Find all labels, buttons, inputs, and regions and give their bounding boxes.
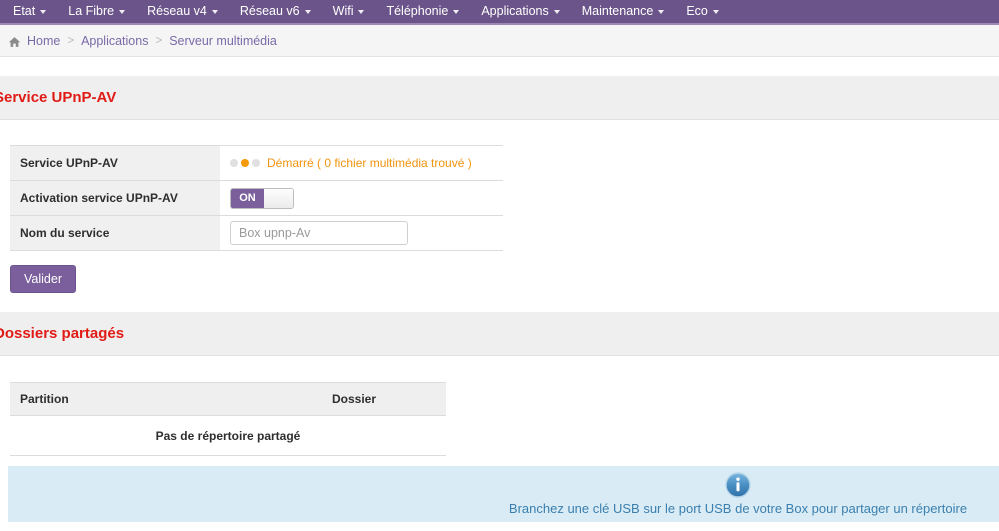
nav-item-label: Etat	[13, 0, 35, 23]
service-name-row-label: Nom du service	[10, 216, 220, 251]
breadcrumb-separator: >	[155, 35, 162, 47]
upnp-activation-toggle[interactable]: ON	[230, 188, 294, 209]
table-header-row: Partition Dossier	[10, 383, 446, 416]
nav-item-wifi[interactable]: Wifi	[322, 0, 376, 23]
breadcrumb-link-home[interactable]: Home	[27, 34, 60, 48]
chevron-down-icon	[453, 10, 459, 14]
main-navbar: Etat La Fibre Réseau v4 Réseau v6 Wifi T…	[0, 0, 999, 25]
validate-button[interactable]: Valider	[10, 265, 76, 293]
toggle-knob[interactable]	[264, 189, 293, 208]
breadcrumb-link-applications[interactable]: Applications	[81, 34, 148, 48]
info-circle-icon	[725, 472, 751, 498]
service-panel: Service UPnP-AV Démarré ( 0 fichier mult…	[0, 145, 999, 293]
nav-item-reseau-v4[interactable]: Réseau v4	[136, 0, 229, 23]
nav-item-la-fibre[interactable]: La Fibre	[57, 0, 136, 23]
nav-item-applications[interactable]: Applications	[470, 0, 570, 23]
status-row-label: Service UPnP-AV	[10, 146, 220, 181]
nav-item-label: Wifi	[333, 0, 354, 23]
breadcrumb-current-page: Serveur multimédia	[169, 34, 277, 48]
nav-item-label: Eco	[686, 0, 708, 23]
chevron-down-icon	[40, 10, 46, 14]
nav-item-eco[interactable]: Eco	[675, 0, 730, 23]
nav-item-label: Réseau v6	[240, 0, 300, 23]
service-form-table: Service UPnP-AV Démarré ( 0 fichier mult…	[10, 145, 503, 251]
shared-folders-title: Dossiers partagés	[0, 325, 124, 342]
table-row-empty: Pas de répertoire partagé	[10, 416, 446, 456]
nav-item-reseau-v6[interactable]: Réseau v6	[229, 0, 322, 23]
chevron-down-icon	[119, 10, 125, 14]
nav-item-label: Applications	[481, 0, 548, 23]
chevron-down-icon	[358, 10, 364, 14]
chevron-down-icon	[554, 10, 560, 14]
nav-item-label: Réseau v4	[147, 0, 207, 23]
page-title: Service UPnP-AV	[0, 89, 116, 106]
nav-item-label: La Fibre	[68, 0, 114, 23]
activation-row-label: Activation service UPnP-AV	[10, 181, 220, 216]
shared-folders-table: Partition Dossier Pas de répertoire part…	[10, 382, 446, 456]
empty-state-message: Pas de répertoire partagé	[10, 416, 446, 456]
nav-item-telephonie[interactable]: Téléphonie	[375, 0, 470, 23]
service-name-row-value	[220, 216, 503, 251]
shared-folders-panel: Partition Dossier Pas de répertoire part…	[0, 382, 999, 456]
usb-info-banner: Branchez une clé USB sur le port USB de …	[8, 466, 999, 522]
toggle-on-label: ON	[231, 189, 264, 208]
nav-item-maintenance[interactable]: Maintenance	[571, 0, 676, 23]
nav-item-etat[interactable]: Etat	[2, 0, 57, 23]
usb-info-message: Branchez une clé USB sur le port USB de …	[509, 501, 967, 516]
status-row-value: Démarré ( 0 fichier multimédia trouvé )	[220, 146, 503, 181]
table-row-status: Service UPnP-AV Démarré ( 0 fichier mult…	[10, 146, 503, 181]
chevron-down-icon	[212, 10, 218, 14]
table-row-service-name: Nom du service	[10, 216, 503, 251]
shared-folders-section-header: Dossiers partagés	[0, 312, 999, 356]
column-header-dossier: Dossier	[228, 383, 446, 416]
nav-item-label: Téléphonie	[386, 0, 448, 23]
chevron-down-icon	[658, 10, 664, 14]
service-name-input[interactable]	[230, 221, 408, 245]
column-header-partition: Partition	[10, 383, 228, 416]
home-icon	[8, 36, 21, 48]
loading-dots-icon	[230, 159, 260, 167]
nav-item-label: Maintenance	[582, 0, 654, 23]
chevron-down-icon	[305, 10, 311, 14]
chevron-down-icon	[713, 10, 719, 14]
service-section-header: Service UPnP-AV	[0, 76, 999, 120]
table-row-activation: Activation service UPnP-AV ON	[10, 181, 503, 216]
breadcrumb: Home > Applications > Serveur multimédia	[0, 25, 999, 57]
status-badge: Démarré ( 0 fichier multimédia trouvé )	[267, 156, 472, 170]
activation-row-value: ON	[220, 181, 503, 216]
breadcrumb-separator: >	[67, 35, 74, 47]
